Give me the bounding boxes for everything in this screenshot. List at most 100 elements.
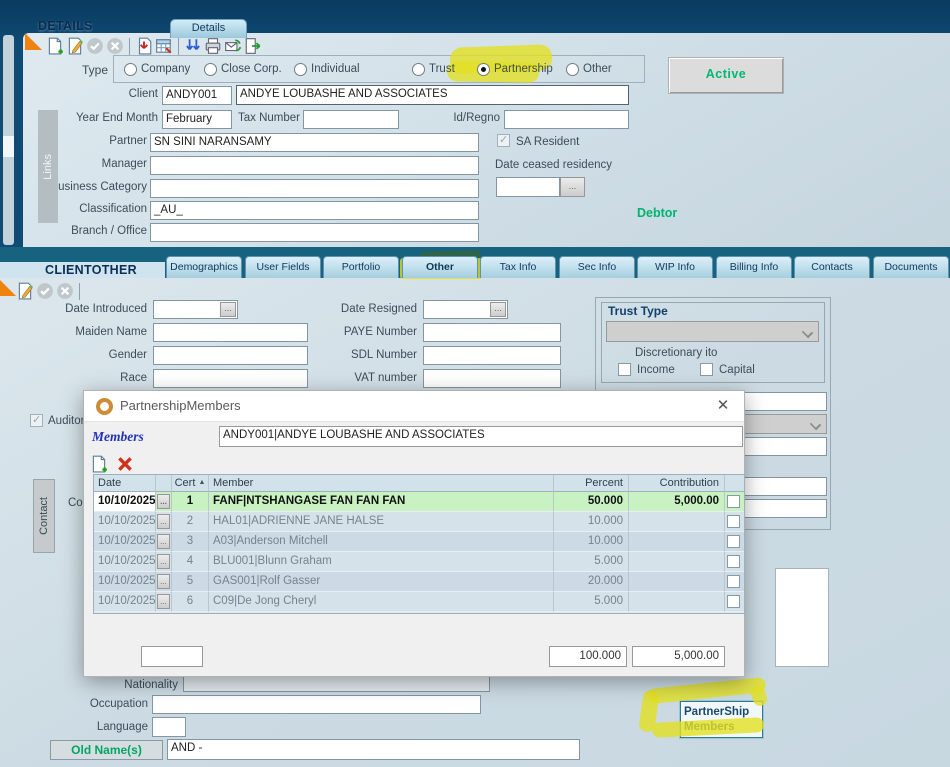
member-contribution-cell[interactable]: [629, 532, 725, 552]
tab-tax-info[interactable]: Tax Info: [480, 256, 556, 278]
sdl-field[interactable]: [423, 346, 561, 365]
member-percent-cell[interactable]: 50.000: [554, 492, 629, 512]
member-percent-cell[interactable]: 20.000: [554, 572, 629, 592]
manager-field[interactable]: [150, 156, 479, 175]
old-names-button[interactable]: Old Name(s): [50, 740, 163, 760]
id-regno-field[interactable]: [504, 110, 629, 129]
new-record-icon[interactable]: [46, 37, 64, 55]
mail-sync-icon[interactable]: [224, 37, 242, 55]
member-date-cell[interactable]: 10/10/2025: [94, 492, 156, 512]
member-name-cell[interactable]: FANF|NTSHANGASE FAN FAN FAN: [209, 492, 554, 512]
import-icon[interactable]: [135, 37, 153, 55]
dialog-titlebar[interactable]: PartnershipMembers ✕: [84, 391, 744, 422]
delete-member-icon[interactable]: [116, 455, 134, 473]
tab-sec-info[interactable]: Sec Info: [559, 256, 635, 278]
type-radio-company[interactable]: [124, 63, 137, 76]
member-row[interactable]: 10/10/2025...2HAL01|ADRIENNE JANE HALSE1…: [94, 512, 744, 532]
member-name-cell[interactable]: HAL01|ADRIENNE JANE HALSE: [209, 512, 554, 532]
sa-resident-checkbox[interactable]: [497, 134, 510, 147]
vat-field[interactable]: [423, 369, 561, 388]
partner-field[interactable]: SN SINI NARANSAMY: [150, 133, 479, 152]
member-percent-cell[interactable]: 5.000: [554, 592, 629, 612]
member-date-cell[interactable]: 10/10/2025: [94, 532, 156, 552]
date-picker-button[interactable]: ...: [157, 534, 170, 549]
member-row[interactable]: 10/10/2025...6C09|De Jong Cheryl5.000: [94, 592, 744, 612]
footer-empty-field[interactable]: [141, 646, 203, 667]
auditor-checkbox[interactable]: [30, 414, 43, 427]
tab-billing-info[interactable]: Billing Info: [716, 256, 792, 278]
members-table-header[interactable]: Date Cert ▲ Member Percent Contribution: [94, 475, 744, 492]
member-contribution-cell[interactable]: [629, 572, 725, 592]
date-introduced-picker-button[interactable]: ...: [220, 302, 236, 317]
type-radio-partnership[interactable]: [477, 63, 490, 76]
add-member-icon[interactable]: [90, 455, 108, 473]
member-date-cell[interactable]: 10/10/2025: [94, 512, 156, 532]
member-name-cell[interactable]: C09|De Jong Cheryl: [209, 592, 554, 612]
member-contribution-cell[interactable]: [629, 592, 725, 612]
members-field[interactable]: ANDY001|ANDYE LOUBASHE AND ASSOCIATES: [219, 426, 743, 447]
member-contribution-cell[interactable]: [629, 552, 725, 572]
year-end-field[interactable]: February: [162, 110, 232, 129]
type-radio-close-corp-[interactable]: [204, 63, 217, 76]
gender-field[interactable]: [153, 346, 308, 365]
tab-details-top[interactable]: Details: [170, 19, 247, 38]
language-field[interactable]: [152, 717, 186, 737]
race-field[interactable]: [153, 369, 308, 388]
export-icon[interactable]: [244, 37, 262, 55]
occupation-field[interactable]: [152, 695, 481, 714]
date-picker-button[interactable]: ...: [157, 594, 170, 609]
date-ceased-field[interactable]: [496, 177, 560, 197]
member-percent-cell[interactable]: 10.000: [554, 532, 629, 552]
member-name-cell[interactable]: A03|Anderson Mitchell: [209, 532, 554, 552]
column-header-date[interactable]: Date: [94, 475, 156, 492]
member-date-cell[interactable]: 10/10/2025: [94, 552, 156, 572]
classification-field[interactable]: _AU_: [150, 201, 479, 220]
type-radio-other[interactable]: [566, 63, 579, 76]
row-checkbox[interactable]: [727, 555, 740, 568]
member-date-cell[interactable]: 10/10/2025: [94, 572, 156, 592]
old-names-field[interactable]: AND -: [167, 739, 580, 760]
capital-checkbox[interactable]: [700, 363, 713, 376]
close-icon[interactable]: ✕: [712, 396, 734, 414]
cancel-icon[interactable]: [106, 37, 124, 55]
type-radio-trust[interactable]: [412, 63, 425, 76]
tab-documents[interactable]: Documents: [873, 256, 949, 278]
member-row[interactable]: 10/10/2025...1FANF|NTSHANGASE FAN FAN FA…: [94, 492, 744, 512]
trust-type-dropdown[interactable]: [606, 321, 819, 342]
member-name-cell[interactable]: BLU001|Blunn Graham: [209, 552, 554, 572]
edit-record-icon[interactable]: [16, 282, 34, 300]
cancel-icon[interactable]: [56, 282, 74, 300]
date-resigned-picker-button[interactable]: ...: [490, 302, 506, 317]
row-checkbox[interactable]: [727, 535, 740, 548]
paye-field[interactable]: [423, 323, 561, 342]
sort-icon[interactable]: [184, 37, 202, 55]
member-date-cell[interactable]: 10/10/2025: [94, 592, 156, 612]
print-icon[interactable]: [204, 37, 222, 55]
member-contribution-cell[interactable]: 5,000.00: [629, 492, 725, 512]
tab-demographics[interactable]: Demographics: [166, 256, 242, 278]
member-percent-cell[interactable]: 5.000: [554, 552, 629, 572]
edit-record-icon[interactable]: [66, 37, 84, 55]
tab-other[interactable]: Other: [402, 256, 478, 278]
grid-icon[interactable]: [155, 37, 173, 55]
active-status-button[interactable]: Active: [668, 57, 784, 94]
type-radio-individual[interactable]: [294, 63, 307, 76]
tab-wip-info[interactable]: WIP Info: [637, 256, 713, 278]
income-checkbox[interactable]: [618, 363, 631, 376]
tax-number-field[interactable]: [303, 110, 399, 129]
column-header-member[interactable]: Member: [209, 475, 554, 492]
row-checkbox[interactable]: [727, 515, 740, 528]
row-checkbox[interactable]: [727, 595, 740, 608]
date-picker-button[interactable]: ...: [157, 574, 170, 589]
client-name-field[interactable]: ANDYE LOUBASHE AND ASSOCIATES: [236, 85, 629, 105]
date-picker-button[interactable]: ...: [157, 554, 170, 569]
tab-contacts[interactable]: Contacts: [794, 256, 870, 278]
row-checkbox[interactable]: [727, 495, 740, 508]
date-ceased-picker-button[interactable]: ...: [560, 177, 585, 197]
column-header-cert[interactable]: Cert ▲: [172, 475, 209, 492]
business-category-field[interactable]: [150, 179, 479, 198]
member-percent-cell[interactable]: 10.000: [554, 512, 629, 532]
column-header-contribution[interactable]: Contribution: [629, 475, 725, 492]
column-header-percent[interactable]: Percent: [554, 475, 629, 492]
row-checkbox[interactable]: [727, 575, 740, 588]
